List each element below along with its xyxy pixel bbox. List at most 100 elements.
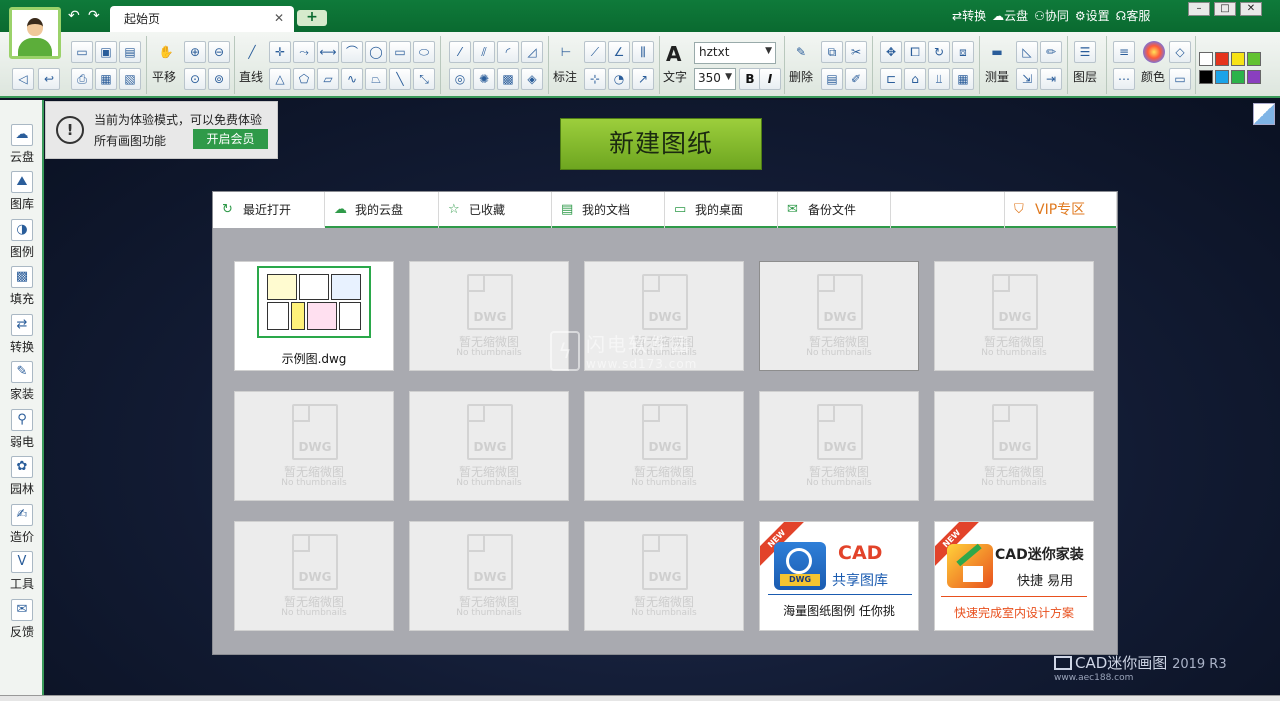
close-tab-icon[interactable]: ✕ — [274, 11, 284, 25]
sidebar-item-hatch[interactable]: ▩ 填充 — [0, 262, 44, 310]
trim-icon[interactable]: ⁄ — [449, 41, 471, 63]
radius-dim-icon[interactable]: ◔ — [608, 68, 630, 90]
color-swatch-darkgreen[interactable] — [1231, 70, 1245, 84]
save-as-icon[interactable]: ▤ — [119, 41, 141, 63]
dimension-label[interactable]: 标注 — [553, 68, 577, 85]
hatch-icon[interactable]: ▩ — [497, 68, 519, 90]
match-prop-icon[interactable]: ✐ — [845, 68, 867, 90]
revcloud-icon[interactable]: ✺ — [473, 68, 495, 90]
pan-hand-icon[interactable]: ✋ — [155, 41, 177, 63]
cloud-link[interactable]: ☁云盘 — [992, 7, 1028, 24]
maximize-button[interactable]: □ — [1214, 2, 1236, 16]
tab-recent[interactable]: ↻ 最近打开 — [213, 192, 325, 228]
ad-cad-home[interactable]: NEW CAD迷你家装 快捷 易用 快速完成室内设计方案 — [934, 521, 1094, 631]
support-link[interactable]: ☊客服 — [1116, 7, 1151, 24]
page-curl-icon[interactable] — [1253, 103, 1275, 125]
leader-icon[interactable]: ↗ — [632, 68, 654, 90]
empty-thumbnail[interactable]: DWG 暂无缩微图 No thumbnails — [584, 521, 744, 631]
print-icon[interactable]: ⎙ — [71, 68, 93, 90]
rectangle-icon[interactable]: ▭ — [389, 41, 411, 63]
sidebar-item-decor[interactable]: ✎ 家装 — [0, 357, 44, 405]
layer-icon[interactable]: ☰ — [1074, 41, 1096, 63]
sidebar-item-garden[interactable]: ✿ 园林 — [0, 452, 44, 500]
scale-icon[interactable]: ⧈ — [952, 41, 974, 63]
break-icon[interactable]: ⫽ — [473, 41, 495, 63]
settings-link[interactable]: ⚙设置 — [1075, 7, 1110, 24]
lineweight-icon[interactable]: ⋯ — [1113, 68, 1135, 90]
collab-link[interactable]: ⚇协同 — [1034, 7, 1069, 24]
ray-icon[interactable]: ╲ — [389, 68, 411, 90]
tab-backup[interactable]: ✉ 备份文件 — [778, 192, 891, 228]
import-icon[interactable]: ⇲ — [1016, 68, 1038, 90]
crosshair-icon[interactable]: ✛ — [269, 41, 291, 63]
convert-link[interactable]: ⇄转换 — [952, 7, 986, 24]
sidebar-item-cost[interactable]: ✍ 造价 — [0, 500, 44, 548]
cut-icon[interactable]: ✂ — [845, 41, 867, 63]
text-label[interactable]: 文字 — [663, 68, 687, 85]
color-swatch-purple[interactable] — [1247, 70, 1261, 84]
trapezoid-icon[interactable]: ⏢ — [365, 68, 387, 90]
close-window-button[interactable]: ✕ — [1240, 2, 1262, 16]
sidebar-item-feedback[interactable]: ✉ 反馈 — [0, 595, 44, 643]
empty-thumbnail[interactable]: DWG 暂无缩微图 No thumbnails — [934, 391, 1094, 501]
ellipse-icon[interactable]: ⬭ — [413, 41, 435, 63]
zoom-in-icon[interactable]: ⊕ — [184, 41, 206, 63]
delete-label[interactable]: 删除 — [789, 68, 813, 85]
eraser-icon[interactable]: ✎ — [790, 41, 812, 63]
fill-icon[interactable]: ◈ — [521, 68, 543, 90]
tab-start-page[interactable]: 起始页 ✕ — [110, 6, 294, 32]
ad-cad-library[interactable]: NEW DWG CAD 共享图库 海量图纸图例 任你挑 — [759, 521, 919, 631]
display-icon[interactable]: ▭ — [1169, 68, 1191, 90]
copy-icon[interactable]: ⧉ — [821, 41, 843, 63]
line-icon[interactable]: ╱ — [241, 41, 263, 63]
activate-membership-button[interactable]: 开启会员 — [193, 129, 268, 149]
pentagon-icon[interactable]: ⬠ — [293, 68, 315, 90]
color-swatch-yellow[interactable] — [1231, 52, 1245, 66]
linetype-icon[interactable]: ≡ — [1113, 41, 1135, 63]
color-swatch-green[interactable] — [1247, 52, 1261, 66]
empty-thumbnail[interactable]: DWG 暂无缩微图 No thumbnails — [759, 391, 919, 501]
pdf-icon[interactable]: ▦ — [95, 68, 117, 90]
tab-my-desktop[interactable]: ▭ 我的桌面 — [665, 192, 778, 228]
color-swatch-white[interactable] — [1199, 52, 1213, 66]
dimension-icon[interactable]: ⊢ — [555, 41, 577, 63]
donut-icon[interactable]: ◎ — [449, 68, 471, 90]
text-icon[interactable]: A — [666, 42, 681, 66]
measure-label[interactable]: 测量 — [985, 68, 1009, 85]
ruler-icon[interactable]: ▬ — [986, 41, 1008, 63]
offset-icon[interactable]: ⌂ — [904, 68, 926, 90]
empty-thumbnail[interactable]: DWG 暂无缩微图 No thumbnails — [409, 391, 569, 501]
tab-vip[interactable]: ⛉ VIP专区 — [1004, 192, 1117, 228]
arc-icon[interactable]: ⌒ — [341, 41, 363, 63]
dim-line-icon[interactable]: ⟷ — [317, 41, 339, 63]
layer-label[interactable]: 图层 — [1073, 68, 1097, 85]
user-avatar[interactable] — [9, 7, 61, 59]
back-icon[interactable]: ◁ — [12, 68, 34, 90]
empty-thumbnail[interactable]: DWG 暂无缩微图 No thumbnails — [234, 391, 394, 501]
new-drawing-button[interactable]: 新建图纸 — [560, 118, 762, 170]
font-size-select[interactable]: 350 ▼ — [694, 68, 736, 90]
add-tab-button[interactable]: + — [297, 10, 327, 26]
sidebar-item-tools[interactable]: V 工具 — [0, 547, 44, 595]
xline-icon[interactable]: ⤡ — [413, 68, 435, 90]
ordinate-icon[interactable]: ⊹ — [584, 68, 606, 90]
sidebar-item-lowvoltage[interactable]: ⚲ 弱电 — [0, 405, 44, 453]
zoom-window-icon[interactable]: ⊙ — [184, 68, 206, 90]
tab-my-cloud[interactable]: ☁ 我的云盘 — [325, 192, 439, 228]
stretch-icon[interactable]: ⊏ — [880, 68, 902, 90]
aligned-dim-icon[interactable]: ⟋ — [584, 41, 606, 63]
parallelogram-icon[interactable]: ▱ — [317, 68, 339, 90]
sidebar-item-cloud[interactable]: ☁ 云盘 — [0, 120, 44, 168]
zoom-extents-icon[interactable]: ⊚ — [208, 68, 230, 90]
color-swatch-blue[interactable] — [1215, 70, 1229, 84]
brush-icon[interactable]: ◇ — [1169, 41, 1191, 63]
chamfer-icon[interactable]: ◿ — [521, 41, 543, 63]
sidebar-item-legend[interactable]: ◑ 图例 — [0, 215, 44, 263]
undo-icon[interactable]: ↶ — [68, 9, 80, 23]
color-swatch-black[interactable] — [1199, 70, 1213, 84]
array-icon[interactable]: ▦ — [952, 68, 974, 90]
fillet-icon[interactable]: ◜ — [497, 41, 519, 63]
empty-thumbnail[interactable]: DWG 暂无缩微图 No thumbnails — [759, 261, 919, 371]
minimize-button[interactable]: – — [1188, 2, 1210, 16]
italic-button[interactable]: I — [759, 68, 781, 90]
